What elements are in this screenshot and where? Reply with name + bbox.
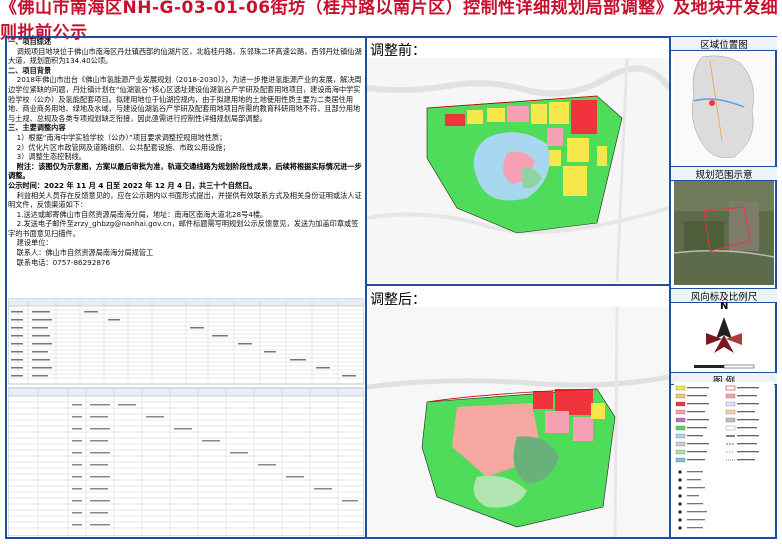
after-map <box>367 307 669 537</box>
contact-person: 联系人：佛山市自然资源局南海分局规管工 <box>16 248 154 258</box>
description-text: 一、项目综述 调规项目地块位于佛山市南海区丹灶镇西部的仙湖片区，北临桂丹路，东邻… <box>8 37 364 279</box>
section-3-item-2: 2）优化片区市政管网及道路组织、公共配套设施、市政公用设施； <box>16 142 230 152</box>
public-period: 公示时间：2022 年 11 月 4 日至 2022 年 12 月 4 日，共三… <box>8 180 257 190</box>
section-3-note: 附注：该图仅为示意图，方案以最后审批为准，轨道交通线路为规划阶段性成果，后续将根… <box>8 161 362 181</box>
feedback-channel-1: 1.送达或邮寄佛山市自然资源局南海分局，地址：南海区南海大道北28号4楼。 <box>16 209 268 219</box>
page-title: 《佛山市南海区NH-G-03-01-06街坊（桂丹路以南片区）控制性详细规划局部… <box>0 0 779 43</box>
section-2-heading: 二、项目背景 <box>8 65 52 75</box>
construction-unit: 建设单位： <box>16 238 53 248</box>
scope-title: 规划范围示意 <box>671 166 777 181</box>
section-3-heading: 三、主要调整内容 <box>8 123 66 133</box>
location-title: 区域位置图 <box>671 36 777 51</box>
north-letter: N <box>720 301 729 312</box>
feedback-intro: 利益相关人员存在反馈意见的，应在公示期内以书面形式提出，并提供有效联系方式及相关… <box>8 190 362 210</box>
section-3-item-3: 3）调整生态控制线。 <box>16 152 86 162</box>
land-use-tables <box>8 298 364 536</box>
location-map <box>674 51 774 163</box>
feedback-channel-2: 2.发送电子邮件至zrzy_ghbzg@nanhai.gov.cn，邮件标题需写… <box>8 219 359 238</box>
after-title: 调整后： <box>370 292 426 308</box>
section-1-body: 调规项目地块位于佛山市南海区丹灶镇西部的仙湖片区，北临桂丹路，东邻珠二环高速公路… <box>8 46 362 66</box>
section-2-body: 2018年佛山市出台《佛山市氢能源产业发展规划（2018-2030）》，为进一步… <box>8 75 362 123</box>
contact-phone: 联系电话：0757-86292876 <box>16 257 111 267</box>
satellite-map <box>674 181 774 285</box>
before-title: 调整前： <box>370 43 426 59</box>
section-1-heading: 一、项目综述 <box>8 37 52 46</box>
section-3-item-1: 1）根据“南海中学实验学校（公办）”项目要求调整控规用地性质； <box>16 132 227 142</box>
before-map <box>367 58 669 282</box>
north-arrow <box>674 303 774 375</box>
legend <box>674 382 774 536</box>
divider-middle <box>365 284 671 286</box>
